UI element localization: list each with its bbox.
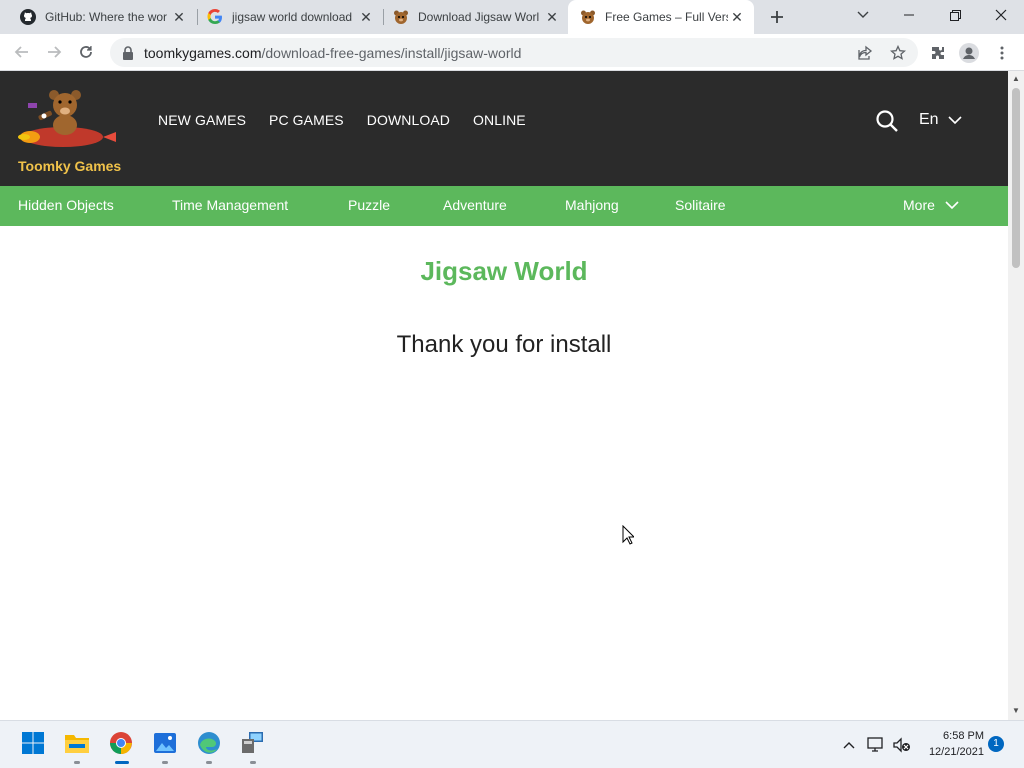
close-icon[interactable]: ✕: [357, 8, 375, 26]
notification-badge[interactable]: 1: [988, 736, 1004, 752]
category-adventure[interactable]: Adventure: [443, 197, 507, 213]
category-solitaire[interactable]: Solitaire: [675, 197, 726, 213]
tab-title: GitHub: Where the wor: [45, 10, 168, 24]
nav-pc-games[interactable]: PC GAMES: [269, 112, 344, 128]
edge-icon[interactable]: [196, 730, 222, 756]
share-icon[interactable]: [856, 44, 874, 62]
active-indicator: [115, 761, 129, 764]
category-hidden-objects[interactable]: Hidden Objects: [18, 197, 114, 213]
chevron-down-icon: [857, 11, 869, 18]
tab-title: Download Jigsaw Worl: [418, 10, 540, 24]
network-monitor-icon[interactable]: [867, 736, 885, 754]
extensions-icon[interactable]: [928, 43, 948, 63]
new-tab-button[interactable]: [765, 5, 789, 29]
restore-button[interactable]: [932, 0, 978, 30]
reload-icon: [80, 46, 92, 58]
system-clock[interactable]: 6:58 PM 12/21/2021: [918, 728, 984, 760]
url-text: toomkygames.com/download-free-games/inst…: [144, 45, 521, 61]
bear-icon: [393, 9, 409, 25]
language-selector[interactable]: En: [919, 111, 962, 129]
category-bar: Hidden Objects Time Management Puzzle Ad…: [0, 186, 1008, 226]
nav-download[interactable]: DOWNLOAD: [367, 112, 450, 128]
search-icon[interactable]: [875, 109, 899, 133]
running-indicator: [162, 761, 168, 764]
site-header: Toomky Games NEW GAMES PC GAMES DOWNLOAD…: [0, 71, 1008, 186]
star-icon[interactable]: [889, 44, 907, 62]
web-page: Toomky Games NEW GAMES PC GAMES DOWNLOAD…: [0, 71, 1008, 720]
thank-you-message: Thank you for install: [396, 331, 612, 358]
back-button[interactable]: [9, 39, 35, 65]
tab-title: Free Games – Full Vers: [605, 10, 728, 24]
close-window-button[interactable]: [978, 0, 1024, 30]
tab-strip: GitHub: Where the wor ✕ jigsaw world dow…: [0, 0, 1024, 34]
more-label: More: [903, 197, 935, 213]
chevron-up-icon[interactable]: [840, 736, 858, 754]
site-logo-text[interactable]: Toomky Games: [18, 158, 121, 174]
bear-icon: [580, 9, 596, 25]
url-path: /download-free-games/install/jigsaw-worl…: [261, 44, 522, 61]
tab-download-jigsaw[interactable]: Download Jigsaw Worl ✕: [381, 0, 569, 34]
reload-button[interactable]: [73, 39, 99, 65]
plus-icon: [771, 11, 783, 23]
network-app-icon[interactable]: [240, 730, 266, 756]
bear-rocket-logo-icon: [18, 90, 116, 147]
language-label: En: [919, 111, 939, 128]
clock-time: 6:58 PM: [943, 730, 984, 742]
minimize-button[interactable]: [886, 0, 932, 30]
arrow-right-icon: [48, 46, 62, 58]
arrow-left-icon: [14, 46, 28, 58]
page-scrollbar[interactable]: ▲ ▼: [1008, 71, 1024, 720]
page-title: Jigsaw World: [420, 256, 588, 286]
close-icon[interactable]: ✕: [170, 8, 188, 26]
nav-new-games[interactable]: NEW GAMES: [158, 112, 246, 128]
restore-icon: [949, 9, 961, 21]
chevron-down-icon: [948, 115, 962, 124]
photos-icon[interactable]: [152, 730, 178, 756]
google-icon: [207, 9, 223, 25]
more-categories-button[interactable]: More: [903, 197, 959, 213]
file-explorer-icon[interactable]: [64, 730, 90, 756]
category-mahjong[interactable]: Mahjong: [565, 197, 619, 213]
running-indicator: [206, 761, 212, 764]
scroll-up-icon[interactable]: ▲: [1012, 75, 1020, 83]
github-icon: [20, 9, 36, 25]
forward-button[interactable]: [41, 39, 67, 65]
screen: GitHub: Where the wor ✕ jigsaw world dow…: [0, 0, 1024, 768]
scroll-down-icon[interactable]: ▼: [1012, 707, 1020, 715]
windows-start-icon[interactable]: [20, 730, 46, 756]
clock-date: 12/21/2021: [928, 746, 984, 758]
chrome-icon[interactable]: [108, 730, 134, 756]
url-domain: toomkygames.com: [144, 44, 262, 61]
address-bar[interactable]: toomkygames.com/download-free-games/inst…: [110, 38, 918, 67]
speaker-muted-icon[interactable]: [893, 736, 911, 754]
tab-github[interactable]: GitHub: Where the wor ✕: [8, 0, 196, 34]
mouse-cursor-icon: [622, 525, 634, 545]
browser-toolbar: toomkygames.com/download-free-games/inst…: [0, 34, 1024, 71]
tab-search-button[interactable]: [840, 0, 886, 30]
running-indicator: [250, 761, 256, 764]
tab-free-games-active[interactable]: Free Games – Full Vers ✕: [568, 0, 754, 34]
tab-google-search[interactable]: jigsaw world download ✕: [195, 0, 383, 34]
tab-title: jigsaw world download: [232, 10, 353, 24]
close-icon[interactable]: ✕: [543, 8, 561, 26]
category-puzzle[interactable]: Puzzle: [348, 197, 390, 213]
scrollbar-thumb[interactable]: [1012, 88, 1020, 268]
close-icon: [995, 9, 1007, 21]
profile-icon[interactable]: [959, 43, 979, 63]
minimize-icon: [904, 14, 914, 16]
menu-kebab-icon[interactable]: [992, 43, 1012, 63]
close-icon[interactable]: ✕: [728, 8, 746, 26]
chevron-down-icon: [945, 200, 959, 209]
category-time-management[interactable]: Time Management: [172, 197, 288, 213]
main-nav: NEW GAMES PC GAMES DOWNLOAD ONLINE: [158, 112, 549, 128]
lock-icon: [123, 45, 133, 60]
running-indicator: [74, 761, 80, 764]
taskbar: 6:58 PM 12/21/2021 1: [0, 720, 1024, 768]
nav-online[interactable]: ONLINE: [473, 112, 526, 128]
